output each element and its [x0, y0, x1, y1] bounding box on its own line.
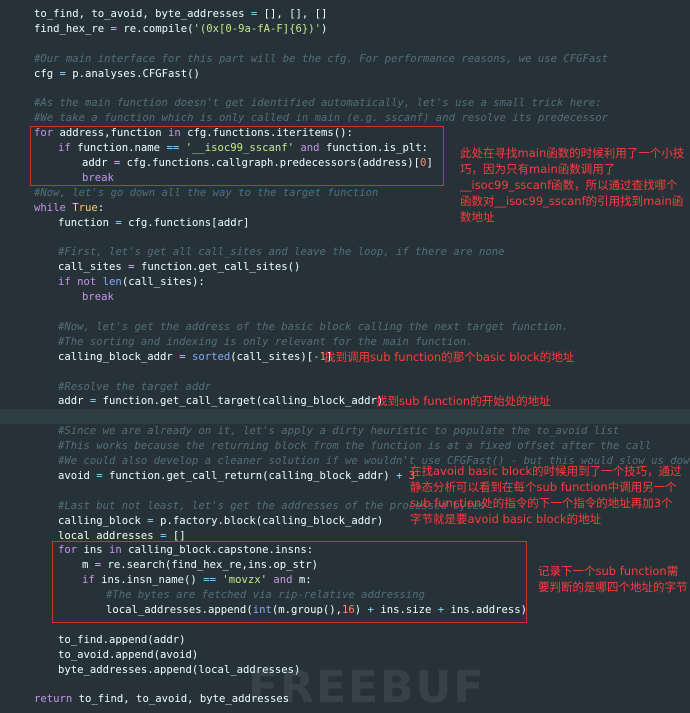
code-line-content: to_find, to_avoid, byte_addresses = [], …	[34, 7, 327, 22]
code-token-identifier: re.compile(	[116, 22, 194, 35]
code-token-identifier: to_find, to_avoid, byte_addresses	[34, 8, 251, 20]
code-token-string: '(0x[0-9a-fA-F]{6})'	[193, 22, 322, 35]
code-line[interactable]: to_avoid.append(avoid)	[0, 648, 690, 663]
annotation-main-trick: 此处在寻找main函数的时候利用了一个小技巧，因为只有main函数调用了__is…	[460, 146, 685, 224]
code-token-comment: #We take a function which is only called…	[34, 112, 609, 125]
code-token-constant: True	[72, 201, 98, 214]
code-token-identifier: (call_sites)[	[230, 350, 314, 363]
code-line-content: #This works because the returning block …	[58, 439, 651, 454]
code-token-comment: #Now, let's get the address of the basic…	[58, 320, 569, 333]
code-line-content: #Resolve the target addr	[58, 380, 211, 395]
code-line-content: function = cfg.functions[addr]	[58, 216, 249, 231]
code-token-identifier: to_avoid.append(avoid)	[58, 648, 199, 661]
highlight-box-byte-offsets	[52, 541, 527, 623]
code-line-content: #Now, let's go down all the way to the t…	[34, 186, 378, 201]
code-line[interactable]: break	[0, 290, 690, 305]
code-line-content: #First, let's get all call_sites and lea…	[58, 245, 504, 260]
code-line-content: call_sites = function.get_call_sites()	[58, 260, 300, 275]
code-token-identifier: call_sites	[58, 261, 129, 274]
code-line-content: if not len(call_sites):	[58, 275, 205, 290]
code-line[interactable]	[0, 82, 690, 97]
code-line-content: #Since we are already on it, let's apply…	[58, 424, 619, 439]
annotation-avoid-trick: 在找avoid basic block的时候用到了一个技巧，通过静态分析可以看到…	[410, 464, 682, 526]
code-line[interactable]: #We take a function which is only called…	[0, 111, 690, 126]
code-line[interactable]: #Since we are already on it, let's apply…	[0, 424, 690, 439]
code-line[interactable]: to_find.append(addr)	[0, 633, 690, 648]
code-token-identifier: p.factory.block(calling_block_addr)	[153, 514, 384, 527]
code-token-identifier: []	[166, 529, 186, 542]
code-line[interactable]: to_find, to_avoid, byte_addresses = [], …	[0, 7, 690, 22]
code-line-content: #Our main interface for this part will b…	[34, 52, 608, 67]
code-line-content: calling_block = p.factory.block(calling_…	[58, 514, 383, 529]
code-token-comment: #Now, let's go down all the way to the t…	[34, 186, 379, 199]
highlight-box-main-trick	[30, 126, 444, 186]
annotation-byte-offsets: 记录下一个sub function需要判断的是哪四个地址的字节	[538, 564, 688, 594]
code-line-content: while True:	[34, 201, 104, 216]
code-line-content: find_hex_re = re.compile('(0x[0-9a-fA-F]…	[34, 22, 327, 37]
code-token-keyword: if not	[58, 276, 97, 289]
code-token-identifier: addr	[58, 395, 90, 408]
code-line-content: to_avoid.append(avoid)	[58, 648, 198, 663]
code-token-identifier: function.get_call_sites()	[134, 261, 301, 274]
code-line[interactable]	[0, 305, 690, 320]
code-token-keyword: while	[34, 201, 66, 214]
code-line-content: break	[82, 290, 114, 305]
code-line-content: to_find.append(addr)	[58, 633, 186, 648]
code-token-keyword: return	[34, 693, 73, 706]
code-token-identifier: :	[97, 201, 105, 214]
code-line[interactable]: find_hex_re = re.compile('(0x[0-9a-fA-F]…	[0, 22, 690, 37]
code-token-builtin: len	[102, 276, 122, 289]
code-token-identifier: calling_block	[58, 514, 148, 527]
code-token-comment: #Since we are already on it, let's apply…	[58, 425, 620, 438]
code-line-content: calling_block_addr = sorted(call_sites)[…	[58, 350, 332, 365]
code-token-identifier: cfg	[34, 67, 60, 80]
code-line[interactable]: cfg = p.analyses.CFGFast()	[0, 67, 690, 82]
code-token-identifier: )	[321, 22, 328, 35]
code-token-comment: #This works because the returning block …	[58, 440, 652, 453]
code-line-content: addr = function.get_call_target(calling_…	[58, 394, 383, 409]
annotation-sub-function-start: 找到sub function的开始处的地址	[376, 394, 551, 408]
code-token-identifier: cfg.functions[addr]	[121, 216, 250, 229]
code-line[interactable]: #Our main interface for this part will b…	[0, 52, 690, 67]
code-line-content: avoid = function.get_call_return(calling…	[58, 469, 415, 484]
code-token-identifier: function.get_call_return(calling_block_a…	[102, 469, 397, 482]
code-token-identifier: find_hex_re	[34, 22, 111, 35]
code-token-comment: #First, let's get all call_sites and lea…	[58, 246, 505, 259]
code-token-identifier: function	[58, 216, 116, 229]
code-line[interactable]	[0, 231, 690, 246]
code-token-comment: #Our main interface for this part will b…	[34, 52, 609, 65]
code-line[interactable]: if not len(call_sites):	[0, 275, 690, 290]
code-token-identifier: (call_sites):	[121, 276, 205, 289]
code-line[interactable]	[0, 409, 690, 425]
code-token-identifier: calling_block_addr	[58, 350, 180, 363]
code-token-identifier: avoid	[58, 469, 97, 482]
code-line[interactable]: #The sorting and indexing is only releva…	[0, 335, 690, 350]
code-token-comment: #The sorting and indexing is only releva…	[58, 335, 473, 348]
code-line[interactable]: call_sites = function.get_call_sites()	[0, 260, 690, 275]
code-line[interactable]: #First, let's get all call_sites and lea…	[0, 245, 690, 260]
code-line[interactable]	[0, 37, 690, 52]
code-line[interactable]	[0, 365, 690, 380]
code-token-identifier: [], [], []	[257, 8, 328, 20]
code-line[interactable]: #This works because the returning block …	[0, 439, 690, 454]
code-line[interactable]: #Now, let's get the address of the basic…	[0, 320, 690, 335]
code-line-content: cfg = p.analyses.CFGFast()	[34, 67, 200, 82]
code-token-identifier: to_find.append(addr)	[58, 633, 186, 646]
code-line[interactable]: #As the main function doesn't get identi…	[0, 96, 690, 111]
code-token-identifier: p.analyses.CFGFast()	[65, 67, 200, 80]
code-token-keyword: break	[82, 291, 114, 304]
code-token-comment: #Resolve the target addr	[58, 380, 212, 393]
annotation-basic-block: 找到调用sub function的那个basic block的地址	[324, 350, 575, 364]
code-token-identifier: function.get_call_target(calling_block_a…	[96, 395, 384, 408]
code-line-content: #The sorting and indexing is only releva…	[58, 335, 473, 350]
watermark-logo: FREEBUF	[248, 662, 486, 713]
code-token-builtin: sorted	[191, 350, 231, 363]
code-line-content: #As the main function doesn't get identi…	[34, 96, 602, 111]
code-token-comment: #As the main function doesn't get identi…	[34, 97, 602, 110]
code-line-content: #Now, let's get the address of the basic…	[58, 320, 568, 335]
code-line-content: #We take a function which is only called…	[34, 111, 608, 126]
code-token-identifier: local_addresses	[58, 529, 161, 542]
